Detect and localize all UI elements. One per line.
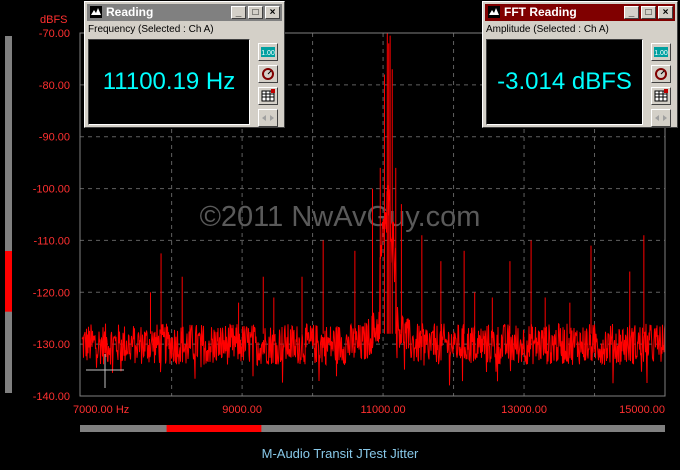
table-button[interactable] (258, 87, 278, 105)
maximize-button[interactable]: □ (641, 6, 656, 19)
reading-titlebar[interactable]: Reading _ □ × (87, 4, 282, 21)
scale-button[interactable]: 1.00 (258, 43, 278, 61)
watermark: ©2011 NwAvGuy.com (200, 201, 481, 233)
gauge-icon (655, 68, 667, 80)
y-tick-label: -140.00 (33, 391, 70, 403)
y-tick-label: -70.00 (39, 28, 70, 40)
settings-button[interactable] (651, 65, 671, 83)
y-tick-label: -110.00 (34, 235, 71, 247)
reading-label: Frequency (Selected : Ch A) (88, 24, 214, 35)
y-tick-label: -80.00 (39, 80, 70, 92)
level-meter-fill (5, 251, 12, 312)
table-icon (261, 89, 275, 102)
level-meter[interactable] (5, 36, 12, 393)
y-tick-label: -100.00 (33, 184, 70, 196)
minimize-button[interactable]: _ (231, 6, 246, 19)
amplitude-readout: -3.014 dBFS (486, 39, 643, 125)
chart-caption: M-Audio Transit JTest Jitter (261, 446, 419, 461)
y-tick-label: -90.00 (39, 132, 70, 144)
app-icon (488, 6, 500, 18)
scrollbar-thumb[interactable] (166, 425, 262, 432)
scale-icon-text: 1.00 (261, 50, 275, 57)
reading-title: Reading (106, 5, 154, 19)
reading-window[interactable]: Reading _ □ × Frequency (Selected : Ch A… (84, 1, 285, 128)
app-icon (90, 6, 102, 18)
x-tick-label: 13000.00 (501, 404, 547, 416)
close-button[interactable]: × (265, 6, 280, 19)
scale-icon: 1.00 (261, 47, 275, 57)
arrows-icon (262, 115, 274, 121)
resize-button[interactable] (258, 109, 278, 127)
arrows-icon (655, 115, 667, 121)
table-button[interactable] (651, 87, 671, 105)
y-axis-label: dBFS (40, 14, 68, 26)
table-icon (654, 89, 668, 102)
scale-icon: 1.00 (654, 47, 668, 57)
x-tick-label: 11000.00 (361, 404, 406, 416)
settings-button[interactable] (258, 65, 278, 83)
fft-reading-titlebar[interactable]: FFT Reading _ □ × (485, 4, 675, 21)
x-tick-label: 15000.00 (619, 404, 665, 416)
y-tick-label: -130.00 (33, 339, 70, 351)
horizontal-scrollbar[interactable] (80, 425, 665, 432)
amplitude-value: -3.014 dBFS (497, 68, 632, 95)
gauge-icon (262, 68, 274, 80)
fft-reading-label: Amplitude (Selected : Ch A) (486, 24, 609, 35)
frequency-value: 11100.19 Hz (102, 68, 236, 95)
close-button[interactable]: × (658, 6, 673, 19)
fft-reading-window[interactable]: FFT Reading _ □ × Amplitude (Selected : … (482, 1, 678, 128)
scale-button[interactable]: 1.00 (651, 43, 671, 61)
minimize-button[interactable]: _ (624, 6, 639, 19)
resize-button[interactable] (651, 109, 671, 127)
y-tick-label: -120.00 (33, 287, 70, 299)
x-tick-label: 7000.00 Hz (73, 404, 129, 416)
frequency-readout: 11100.19 Hz (88, 39, 250, 125)
maximize-button[interactable]: □ (248, 6, 263, 19)
fft-reading-title: FFT Reading (504, 5, 577, 19)
scale-icon-text: 1.00 (654, 50, 668, 57)
x-tick-label: 9000.00 (222, 404, 262, 416)
